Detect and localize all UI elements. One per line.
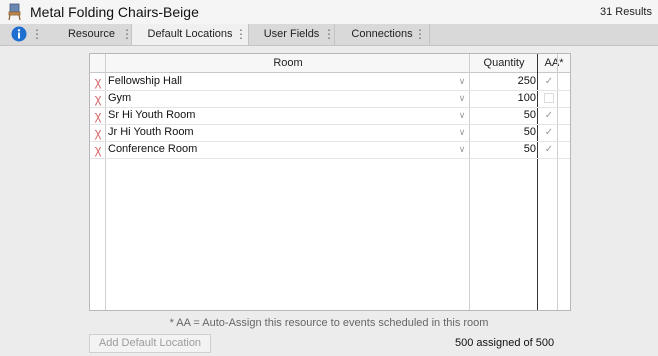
auto-assign-checkbox[interactable]: ✓ [541, 107, 557, 124]
tab-default-locations-menu-icon[interactable]: ⋮ [235, 28, 247, 40]
auto-assign-checkbox[interactable]: ✓ [541, 124, 557, 141]
room-cell[interactable]: Sr Hi Youth Room [108, 107, 195, 124]
table-row[interactable]: χ Sr Hi Youth Room ∨ 50 ✓ [90, 107, 570, 125]
title-bar: Metal Folding Chairs-Beige 31 Results [0, 0, 658, 24]
info-icon[interactable] [11, 26, 27, 42]
table-row[interactable]: χ Jr Hi Youth Room ∨ 50 ✓ [90, 124, 570, 142]
delete-row-icon[interactable]: χ [91, 107, 105, 124]
room-cell[interactable]: Conference Room [108, 141, 197, 158]
chevron-down-icon[interactable]: ∨ [454, 124, 470, 141]
chevron-down-icon[interactable]: ∨ [454, 107, 470, 124]
default-locations-table: Room Quantity AA* χ Fellowship Hall ∨ 250 ✓ χ… [89, 53, 571, 311]
column-header-room[interactable]: Room [106, 54, 470, 72]
auto-assign-note: * AA = Auto-Assign this resource to even… [169, 317, 489, 329]
window-title: Metal Folding Chairs-Beige [30, 4, 199, 20]
tab-label: Connections [351, 28, 413, 40]
add-default-location-button[interactable]: Add Default Location [89, 334, 211, 353]
quantity-cell[interactable]: 100 [470, 90, 536, 107]
tab-default-locations[interactable]: Default Locations [132, 24, 249, 45]
chair-icon [8, 3, 21, 21]
quantity-cell[interactable]: 50 [470, 107, 536, 124]
room-cell[interactable]: Gym [108, 90, 131, 107]
table-row[interactable]: χ Conference Room ∨ 50 ✓ [90, 141, 570, 159]
auto-assign-checkbox[interactable]: ✓ [541, 141, 557, 158]
chevron-down-icon[interactable]: ∨ [454, 90, 470, 107]
assigned-summary: 500 assigned of 500 [455, 337, 555, 349]
delete-row-icon[interactable]: χ [91, 90, 105, 107]
quantity-cell[interactable]: 50 [470, 141, 536, 158]
auto-assign-checkbox[interactable] [541, 90, 557, 107]
results-count: 31 Results [600, 6, 652, 18]
tab-bar: ⋮ Resource ⋮ Default Locations ⋮ User Fi… [0, 24, 658, 46]
table-header: Room Quantity AA* [90, 54, 570, 73]
delete-row-icon[interactable]: χ [91, 73, 105, 90]
delete-row-icon[interactable]: χ [91, 141, 105, 158]
room-cell[interactable]: Jr Hi Youth Room [108, 124, 194, 141]
room-cell[interactable]: Fellowship Hall [108, 73, 182, 90]
auto-assign-checkbox[interactable]: ✓ [541, 73, 557, 90]
table-row[interactable]: χ Gym ∨ 100 [90, 90, 570, 108]
tab-label: Default Locations [147, 28, 233, 40]
quantity-cell[interactable]: 250 [470, 73, 536, 90]
column-header-aa[interactable]: AA* [538, 54, 570, 72]
checkbox-empty [544, 93, 554, 103]
column-header-quantity[interactable]: Quantity [470, 54, 538, 72]
table-row[interactable]: χ Fellowship Hall ∨ 250 ✓ [90, 73, 570, 91]
chevron-down-icon[interactable]: ∨ [454, 73, 470, 90]
tab-label: User Fields [263, 28, 320, 40]
info-menu-icon[interactable]: ⋮ [31, 28, 43, 40]
chevron-down-icon[interactable]: ∨ [454, 141, 470, 158]
tab-label: Resource [67, 28, 116, 40]
delete-row-icon[interactable]: χ [91, 124, 105, 141]
quantity-cell[interactable]: 50 [470, 124, 536, 141]
tab-user-fields-menu-icon[interactable]: ⋮ [323, 28, 335, 40]
tab-resource[interactable]: Resource [52, 24, 132, 45]
tab-connections-menu-icon[interactable]: ⋮ [414, 28, 426, 40]
